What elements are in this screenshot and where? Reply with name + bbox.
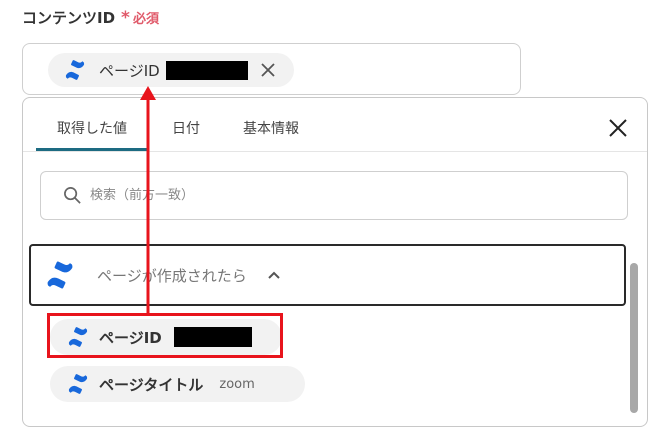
tab-date[interactable]: 日付 (172, 118, 200, 138)
tab-retrieved-values[interactable]: 取得した値 (57, 118, 127, 138)
tab-basic-info[interactable]: 基本情報 (243, 118, 299, 138)
trigger-group-header[interactable]: ページが作成されたら (29, 244, 626, 306)
required-asterisk: * (121, 7, 130, 28)
chip-label: ページID (99, 61, 160, 80)
search-icon (64, 187, 81, 204)
field-label-text: コンテンツID (22, 9, 116, 27)
chevron-up-icon (267, 271, 280, 279)
tab-divider (23, 151, 647, 152)
confluence-logo-icon (65, 60, 85, 80)
group-label: ページが作成されたら (97, 266, 247, 285)
item-label: ページタイトル (99, 375, 204, 394)
list-item-page-title[interactable]: ページタイトル zoom (50, 366, 305, 402)
selected-value-chip[interactable]: ページID (48, 53, 294, 87)
search-input[interactable] (88, 187, 572, 204)
search-field[interactable] (40, 171, 628, 220)
required-text: 必須 (132, 12, 159, 27)
close-icon[interactable] (609, 119, 627, 137)
confluence-logo-icon (68, 374, 88, 394)
redacted-value (165, 60, 248, 80)
scrollbar-thumb[interactable] (630, 263, 638, 413)
field-label: コンテンツID * 必須 (22, 7, 159, 28)
item-value: zoom (219, 376, 255, 392)
annotation-highlight (47, 313, 283, 358)
remove-chip-icon[interactable] (261, 63, 275, 77)
confluence-logo-icon (47, 261, 73, 289)
